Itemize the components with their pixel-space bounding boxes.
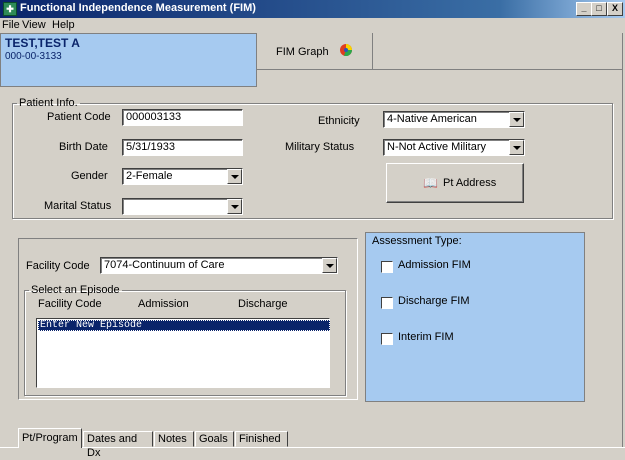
tab-pt-program[interactable]: Pt/Program [18, 428, 82, 448]
menu-view[interactable]: View [22, 19, 46, 31]
title-bar: ✚ Functional Independence Measurement (F… [0, 0, 625, 18]
birth-date-input[interactable]: 5/31/1933 [122, 139, 243, 156]
facility-code-label: Facility Code [26, 260, 90, 272]
chevron-down-icon[interactable] [509, 112, 524, 127]
birth-date-label: Birth Date [59, 141, 108, 153]
menu-file[interactable]: File [2, 19, 20, 31]
patient-code-input[interactable]: 000003133 [122, 109, 243, 126]
episode-legend: Select an Episode [31, 284, 120, 296]
ethnicity-label: Ethnicity [318, 115, 360, 127]
chevron-down-icon[interactable] [227, 199, 242, 214]
col-discharge: Discharge [238, 298, 288, 310]
gender-value: 2-Female [126, 170, 173, 182]
fim-graph-label: FIM Graph [276, 46, 329, 58]
patient-name: TEST,TEST A [5, 36, 80, 50]
marital-status-label: Marital Status [44, 200, 112, 212]
chevron-down-icon[interactable] [509, 140, 524, 155]
patient-code-label: Patient Code [47, 111, 111, 123]
episode-list[interactable]: Enter New Episode [36, 318, 330, 388]
assessment-type-panel: Assessment Type: Admission FIM Discharge… [365, 232, 585, 402]
facility-code-select[interactable]: 7074-Continuum of Care [100, 257, 338, 274]
tab-dates-and-dx[interactable]: Dates and Dx [83, 431, 153, 459]
tab-finished[interactable]: Finished [235, 431, 288, 447]
military-status-select[interactable]: N-Not Active Military [383, 139, 525, 156]
gender-label: Gender [71, 170, 108, 182]
ethnicity-select[interactable]: 4-Native American [383, 111, 525, 128]
marital-status-select[interactable] [122, 198, 243, 215]
fim-graph-button[interactable]: FIM Graph [256, 33, 373, 70]
tab-notes[interactable]: Notes [154, 431, 194, 447]
admission-fim-label: Admission FIM [398, 259, 471, 271]
book-icon: 📖 [423, 176, 438, 190]
window-title: Functional Independence Measurement (FIM… [20, 2, 256, 14]
military-status-value: N-Not Active Military [387, 141, 487, 153]
interim-fim-checkbox[interactable] [381, 333, 393, 345]
maximize-button[interactable]: □ [591, 2, 607, 16]
gender-select[interactable]: 2-Female [122, 168, 243, 185]
patient-id: 000-00-3133 [5, 51, 62, 62]
chevron-down-icon[interactable] [227, 169, 242, 184]
col-facility-code: Facility Code [38, 298, 102, 310]
patient-banner: TEST,TEST A 000-00-3133 [0, 33, 257, 87]
assessment-type-title: Assessment Type: [372, 235, 462, 247]
discharge-fim-checkbox[interactable] [381, 297, 393, 309]
pt-address-label: Pt Address [443, 177, 497, 189]
interim-fim-label: Interim FIM [398, 331, 454, 343]
ethnicity-value: 4-Native American [387, 113, 477, 125]
list-item[interactable]: Enter New Episode [38, 320, 330, 331]
military-status-label: Military Status [285, 141, 355, 153]
chart-icon [340, 44, 353, 57]
close-button[interactable]: X [607, 2, 623, 16]
minimize-button[interactable]: _ [576, 2, 592, 16]
menu-bar: File View Help [0, 18, 625, 33]
chevron-down-icon[interactable] [322, 258, 337, 273]
patient-info-legend: Patient Info. [19, 97, 78, 109]
col-admission: Admission [138, 298, 189, 310]
header-strip: TEST,TEST A 000-00-3133 FIM Graph [0, 33, 625, 87]
admission-fim-checkbox[interactable] [381, 261, 393, 273]
pt-address-button[interactable]: 📖 Pt Address [386, 163, 524, 203]
facility-code-value: 7074-Continuum of Care [104, 259, 225, 271]
app-icon: ✚ [3, 2, 17, 16]
discharge-fim-label: Discharge FIM [398, 295, 470, 307]
header-blank-panel [373, 33, 625, 70]
menu-help[interactable]: Help [52, 19, 75, 31]
tab-goals[interactable]: Goals [195, 431, 234, 447]
